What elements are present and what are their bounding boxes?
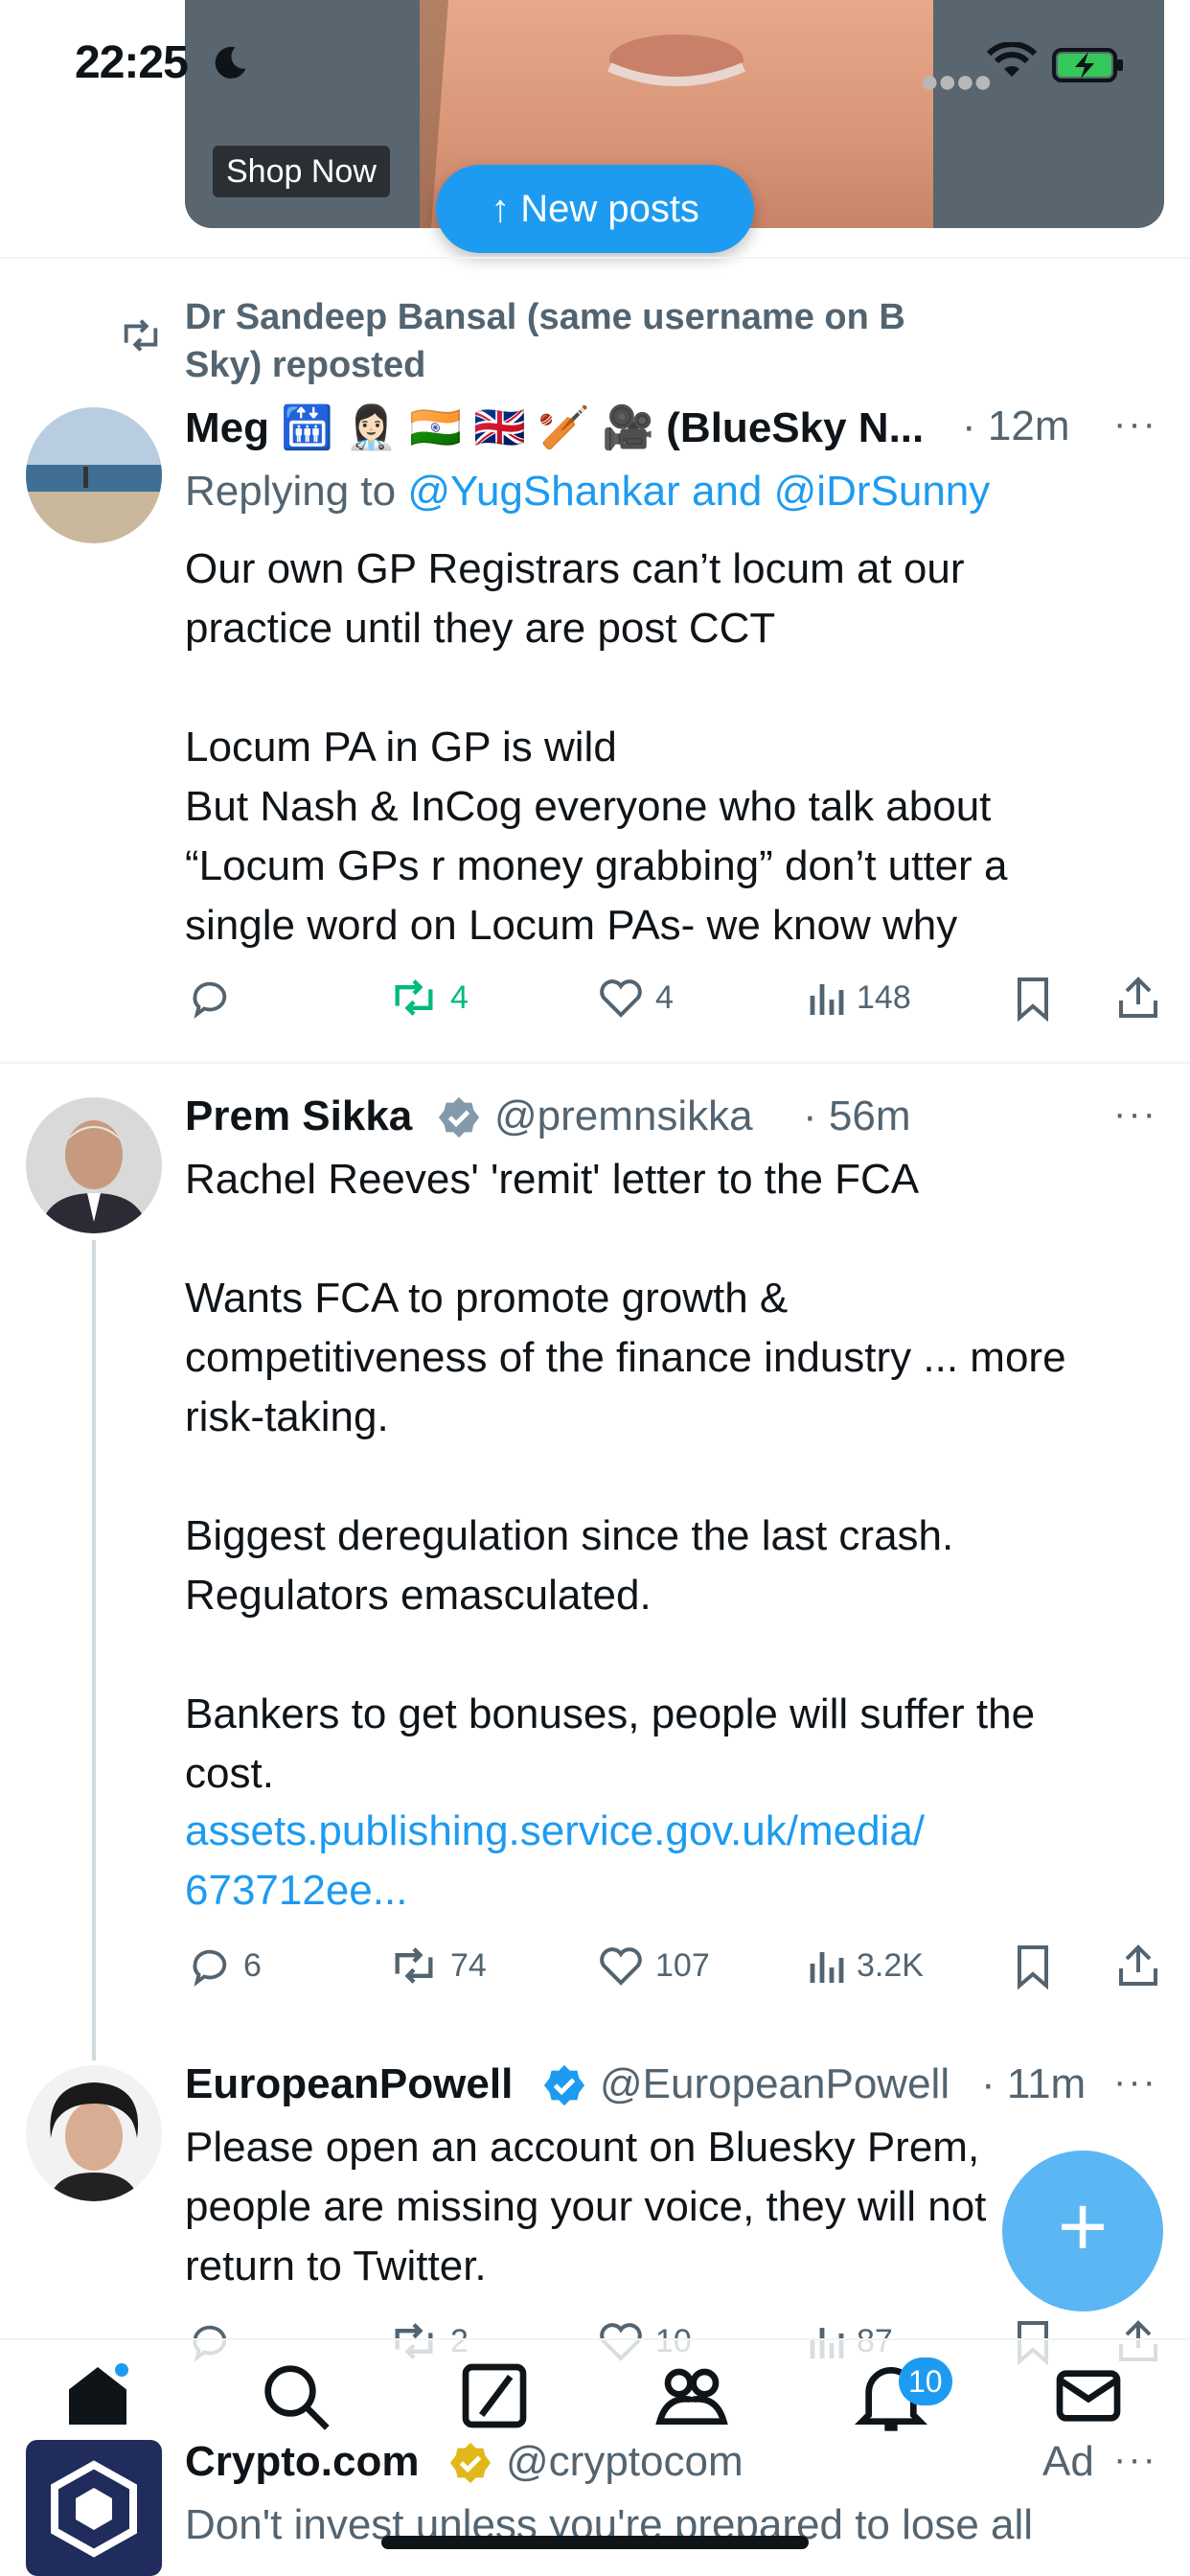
reply-count: 6 (243, 1946, 262, 1984)
shop-now-button[interactable]: Shop Now (213, 146, 390, 197)
tweet-link[interactable]: assets.publishing.service.gov.uk/media/ … (185, 1802, 1172, 1920)
avatar[interactable] (26, 1097, 162, 1233)
author-handle[interactable]: @cryptocom (506, 2438, 744, 2486)
reply-button[interactable]: 6 (188, 1944, 262, 1988)
views-button[interactable]: 148 (807, 976, 911, 1020)
heart-icon (600, 979, 642, 1018)
replying-to-handles[interactable]: @YugShankar and @iDrSunny (407, 468, 990, 515)
grok-icon[interactable] (456, 2358, 533, 2434)
divider (0, 1062, 1190, 1064)
heart-icon (600, 1947, 642, 1986)
views-button[interactable]: 3.2K (807, 1944, 924, 1988)
replying-to: Replying to @YugShankar and @iDrSunny (185, 468, 990, 516)
author-name[interactable]: EuropeanPowell (185, 2060, 513, 2108)
wifi-icon (987, 42, 1037, 77)
more-options-icon[interactable]: ··· (1113, 2060, 1157, 2104)
tweet-time[interactable]: · 11m (981, 2060, 1086, 2108)
repost-context[interactable]: Dr Sandeep Bansal (same username on B Sk… (185, 293, 1028, 389)
bookmark-icon[interactable] (1014, 1944, 1052, 1990)
verified-badge-icon (543, 2064, 585, 2106)
share-icon[interactable] (1117, 974, 1159, 1020)
new-posts-button[interactable]: ↑ New posts (436, 165, 754, 253)
divider (0, 257, 1190, 259)
notifications-badge: 10 (899, 2358, 952, 2405)
new-posts-label: New posts (520, 188, 699, 230)
signal-icon: ●●●● (920, 63, 993, 100)
verified-gold-badge-icon (449, 2442, 492, 2484)
search-icon[interactable] (257, 2358, 333, 2434)
like-count: 107 (655, 1946, 710, 1984)
verified-badge-icon (438, 1096, 480, 1138)
tweet-time[interactable]: · 56m (803, 1092, 910, 1140)
tweet-text: Our own GP Registrars can’t locum at our… (185, 545, 1008, 949)
reply-icon (193, 981, 227, 1020)
compose-post-button[interactable]: + (1002, 2150, 1163, 2312)
ad-label: Ad (1042, 2438, 1094, 2485)
views-chart-icon (810, 1952, 844, 1983)
communities-icon[interactable] (653, 2358, 730, 2434)
author-name[interactable]: Meg 🛗 👩🏻‍⚕️ 🇮🇳 🇬🇧 🏏 🎥 (BlueSky N... (185, 402, 924, 452)
views-chart-icon (810, 984, 844, 1015)
bottom-navigation (0, 2338, 1190, 2453)
thread-line (92, 1240, 96, 2060)
author-name[interactable]: Prem Sikka (185, 1092, 412, 1140)
messages-mail-icon[interactable] (1050, 2358, 1127, 2434)
moon-icon (215, 46, 246, 79)
view-count: 3.2K (857, 1946, 924, 1984)
repost-count: 4 (450, 978, 469, 1016)
repost-icon (395, 979, 433, 1016)
more-options-icon[interactable]: ··· (1113, 402, 1157, 446)
repost-count: 74 (450, 1946, 487, 1984)
share-icon[interactable] (1117, 1942, 1159, 1988)
author-handle[interactable]: @premnsikka (494, 1092, 753, 1140)
arrow-up-icon: ↑ (491, 188, 511, 230)
repost-button[interactable]: 4 (389, 976, 469, 1020)
battery-charging-icon (1052, 48, 1123, 82)
more-options-icon[interactable]: ··· (1113, 1092, 1157, 1136)
tweet-text: Rachel Reeves' 'remit' letter to the FCA… (185, 1156, 1066, 1797)
status-time: 22:25 (75, 37, 189, 88)
like-button[interactable]: 4 (598, 976, 674, 1020)
bookmark-icon[interactable] (1014, 976, 1052, 1022)
more-options-icon[interactable]: ··· (1113, 2438, 1157, 2481)
repost-button[interactable]: 74 (389, 1944, 487, 1988)
like-count: 4 (655, 978, 674, 1016)
reply-icon (193, 1949, 227, 1988)
avatar[interactable] (26, 2440, 162, 2576)
replying-prefix: Replying to (185, 468, 408, 515)
home-unread-dot (115, 2363, 128, 2377)
like-button[interactable]: 107 (598, 1944, 710, 1988)
view-count: 148 (857, 978, 911, 1016)
home-indicator (381, 2536, 809, 2549)
author-name[interactable]: Crypto.com (185, 2438, 419, 2486)
reply-button[interactable] (188, 976, 243, 1020)
tweet-time[interactable]: · 12m (962, 402, 1069, 450)
repost-icon (395, 1947, 433, 1984)
avatar[interactable] (26, 2065, 162, 2201)
plus-icon: + (1057, 2179, 1109, 2275)
avatar[interactable] (26, 407, 162, 543)
author-handle[interactable]: @EuropeanPowell (600, 2060, 950, 2108)
repost-icon (124, 319, 158, 352)
